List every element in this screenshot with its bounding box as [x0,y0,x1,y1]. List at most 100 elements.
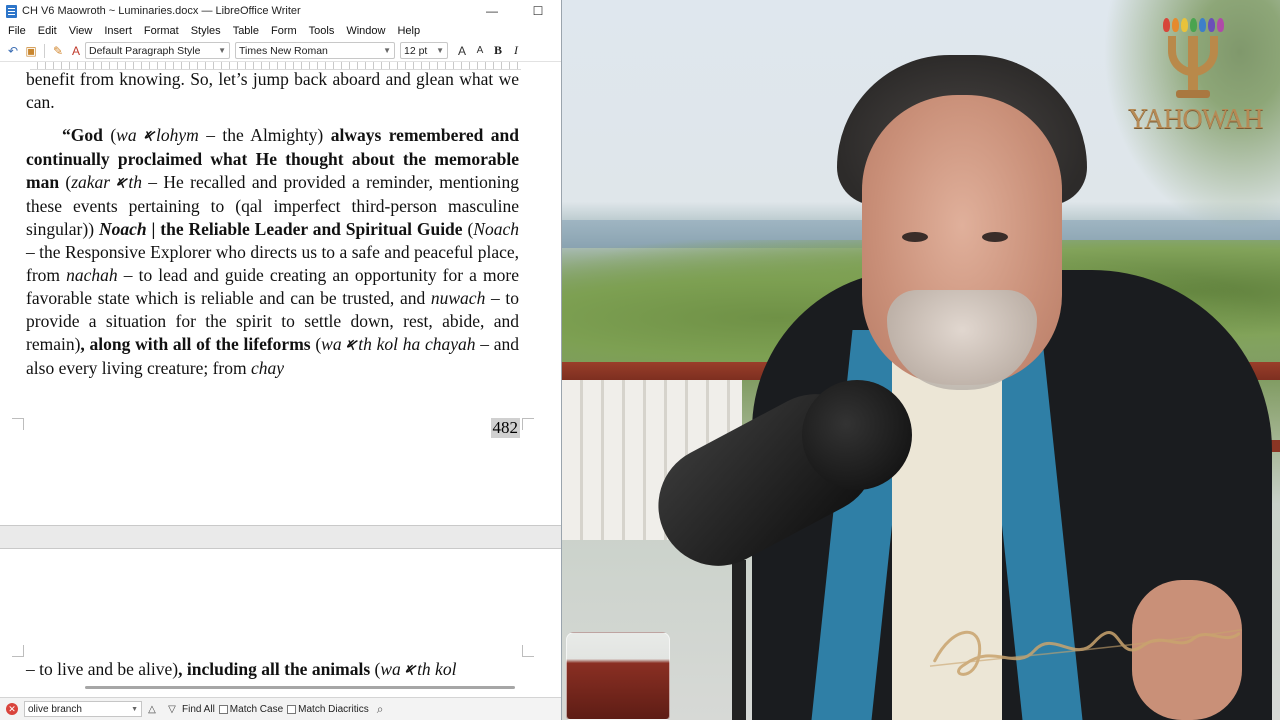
menu-table[interactable]: Table [233,25,259,37]
paragraph-continued: – to live and be alive), including all t… [26,658,519,682]
paragraph-main: “God (wa 𐤀lohym – the Almighty) always r… [26,124,519,380]
text-run: , including all the animals [178,659,371,679]
page-corner-mark [522,418,534,430]
text-run: Noach [98,219,147,239]
menu-styles[interactable]: Styles [191,25,221,37]
find-replace-icon[interactable]: ⌕ [377,702,384,717]
menorah-flames [1158,18,1228,32]
libreoffice-window: CH V6 Maowroth ~ Luminaries.docx — Libre… [0,0,562,720]
formatting-toolbar: ↶ ▣ ✎ A Default Paragraph Style ▼ Times … [0,40,561,62]
text-run: lohym [155,125,199,145]
microphone-stand [732,560,746,720]
menu-bar: File Edit View Insert Format Styles Tabl… [0,22,561,40]
menorah-stem [1188,36,1198,94]
window-title: CH V6 Maowroth ~ Luminaries.docx — Libre… [22,5,301,17]
checkbox-box [287,704,297,714]
writer-app-icon [6,4,17,18]
maximize-button[interactable]: ☐ [515,4,561,18]
menu-insert[interactable]: Insert [104,25,132,37]
clone-formatting-icon[interactable]: ✎ [49,42,67,60]
menu-view[interactable]: View [69,25,93,37]
bold-button[interactable]: B [489,43,507,58]
menu-form[interactable]: Form [271,25,297,37]
italic-button[interactable]: I [507,43,525,58]
chevron-down-icon: ▼ [436,46,444,55]
text-run: – the Almighty) [198,125,331,145]
minimize-button[interactable]: — [469,4,515,18]
page-corner-mark [522,645,534,657]
chevron-down-icon: ▼ [131,705,138,713]
paragraph-fragment: benefit from knowing. So, let’s jump bac… [26,69,519,112]
text-run: ( [462,219,474,239]
flame [1171,18,1179,32]
flame [1189,18,1197,32]
document-canvas[interactable]: benefit from knowing. So, let’s jump bac… [0,68,561,698]
page-body[interactable]: benefit from knowing. So, let’s jump bac… [26,68,519,390]
menu-help[interactable]: Help [397,25,420,37]
text-run: | the Reliable Leader and Spiritual Guid… [146,219,463,239]
match-diacritics-checkbox[interactable]: Match Diacritics [287,704,369,715]
menu-window[interactable]: Window [346,25,385,37]
find-previous-icon[interactable]: △ [142,704,162,715]
text-run: wa [321,334,342,354]
toolbar-separator [44,43,45,58]
paragraph-style-value: Default Paragraph Style [89,44,201,57]
paleo-aleph-glyph: 𐤀 [116,175,129,192]
chevron-down-icon: ▼ [218,46,226,55]
page-corner-mark [12,645,24,657]
menu-format[interactable]: Format [144,25,179,37]
chevron-down-icon: ▼ [383,46,391,55]
match-diacritics-label: Match Diacritics [298,703,369,715]
font-size-value: 12 pt [404,44,428,57]
paleo-aleph-glyph: 𐤀 [346,337,359,354]
paragraph-style-combo[interactable]: Default Paragraph Style ▼ [85,42,230,59]
paleo-aleph-glyph: 𐤀 [144,128,156,145]
menorah-icon [1158,18,1228,98]
close-find-icon[interactable]: ✕ [6,703,18,715]
flame [1207,18,1215,32]
menu-file[interactable]: File [8,25,26,37]
find-input-value: olive branch [28,703,82,715]
wine-glass [566,632,670,720]
paste-icon[interactable]: ▣ [22,42,40,60]
yahowah-logo: YAHOWAH [1128,18,1264,158]
flame [1198,18,1206,32]
text-run: ( [310,334,322,354]
menorah-base [1176,90,1210,98]
flame [1180,18,1188,32]
text-run: ( [102,125,117,145]
text-run: Noach [473,219,519,239]
shrink-font-icon[interactable]: A [471,42,489,60]
text-run: wa [380,659,406,679]
match-case-checkbox[interactable]: Match Case [218,703,284,715]
horizontal-scrollbar[interactable] [85,686,515,689]
text-run: , along with all of the lifeforms [80,334,311,354]
text-run: nachah [66,265,118,285]
menu-tools[interactable]: Tools [309,25,335,37]
presenter-eye-left [902,232,928,242]
clear-formatting-icon[interactable]: A [67,42,85,60]
logo-wordmark: YAHOWAH [1128,104,1264,135]
flame [1216,18,1224,32]
font-name-combo[interactable]: Times New Roman ▼ [235,42,395,59]
font-name-value: Times New Roman [239,44,328,57]
menu-edit[interactable]: Edit [38,25,57,37]
find-next-icon[interactable]: ▽ [162,704,182,715]
title-bar: CH V6 Maowroth ~ Luminaries.docx — Libre… [0,0,561,22]
match-case-label: Match Case [229,703,284,715]
checkbox-box [218,704,228,714]
text-run: “God [62,125,103,145]
presenter-eye-right [982,232,1008,242]
text-run: ( [59,172,72,192]
grow-font-icon[interactable]: A [453,42,471,60]
undo-icon[interactable]: ↶ [4,42,22,60]
video-feed: YAHOWAH [562,0,1280,720]
find-input[interactable]: olive branch ▼ [24,701,142,717]
find-all-button[interactable]: Find All [182,704,215,715]
page-corner-mark [12,418,24,430]
text-run: nuwach [430,288,486,308]
page-number: 482 [490,418,520,438]
text-run: chay [250,358,285,378]
font-size-combo[interactable]: 12 pt ▼ [400,42,448,59]
text-run: wa [116,125,145,145]
